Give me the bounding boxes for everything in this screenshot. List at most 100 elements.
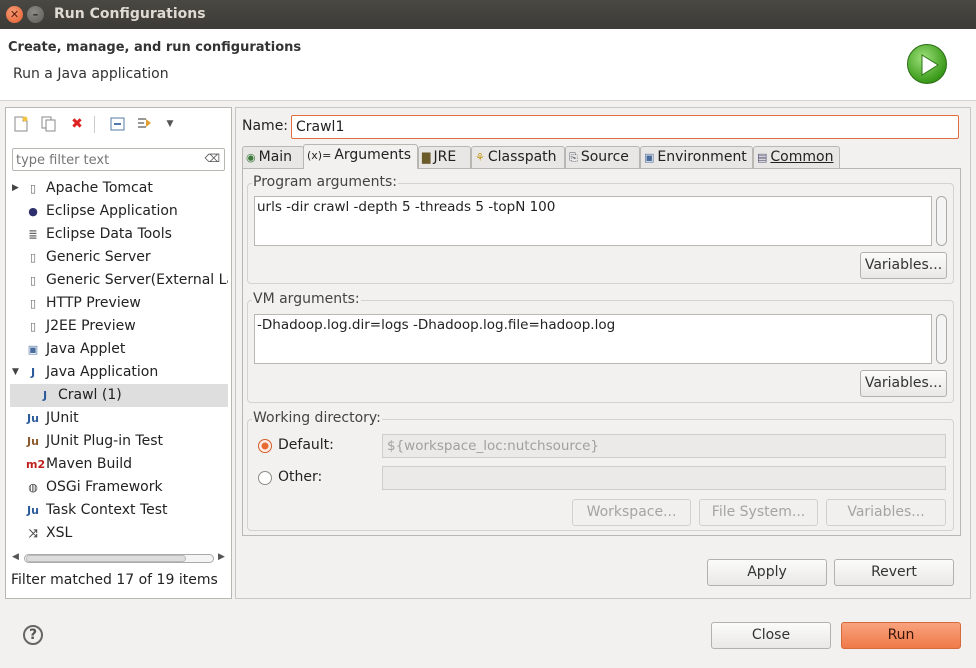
- tab-label: Source: [580, 149, 629, 165]
- environment-tab-icon: ▣: [644, 151, 655, 164]
- close-window-icon[interactable]: ✕: [6, 6, 23, 23]
- default-directory-field: ${workspace_loc:nutchsource}: [382, 434, 946, 458]
- tree-item-label: J2EE Preview: [46, 318, 136, 334]
- jre-tab-icon: ▇: [422, 151, 431, 164]
- filter-status: Filter matched 17 of 19 items: [11, 572, 218, 588]
- minimize-window-icon[interactable]: –: [27, 6, 44, 23]
- filter-configurations-icon[interactable]: [137, 116, 153, 132]
- eclipse-icon: ●: [28, 205, 38, 218]
- tree-item[interactable]: ▶ ▯ Apache Tomcat: [10, 177, 228, 200]
- view-menu-chevron-down-icon[interactable]: ▼: [162, 116, 178, 132]
- scroll-right-icon[interactable]: ▶: [218, 552, 225, 562]
- server-icon: ▯: [29, 297, 37, 310]
- scrollbar-track[interactable]: [936, 196, 947, 246]
- program-variables-button[interactable]: Variables...: [860, 252, 947, 279]
- expanded-arrow-icon[interactable]: ▼: [12, 361, 19, 384]
- tree-item-label: Generic Server(External Lau: [46, 272, 228, 288]
- tab-jre[interactable]: ▇ JRE: [418, 146, 471, 168]
- xsl-icon: ⤨: [28, 527, 38, 540]
- revert-button[interactable]: Revert: [834, 559, 954, 586]
- other-radio[interactable]: [258, 471, 272, 485]
- program-arguments-scrollbar[interactable]: [934, 196, 948, 246]
- tree-item-label: Eclipse Data Tools: [46, 226, 172, 242]
- tab-common[interactable]: ▤ Common: [753, 146, 840, 168]
- toolbar-separator: [94, 116, 95, 133]
- default-label: Default:: [278, 437, 334, 453]
- vm-arguments-group: VM arguments: -Dhadoop.log.dir=logs -Dha…: [247, 291, 954, 403]
- name-input[interactable]: [291, 115, 959, 139]
- vm-arguments-scrollbar[interactable]: [934, 314, 948, 364]
- collapsed-arrow-icon[interactable]: ▶: [12, 177, 19, 200]
- tree-item[interactable]: ▯ J2EE Preview: [10, 315, 228, 338]
- server-icon: ▯: [29, 320, 37, 333]
- tree-item[interactable]: J Crawl (1): [10, 384, 228, 407]
- tab-environment[interactable]: ▣ Environment: [640, 146, 753, 168]
- tree-item[interactable]: ▯ Generic Server: [10, 246, 228, 269]
- tree-item-label: Generic Server: [46, 249, 151, 265]
- vm-variables-button[interactable]: Variables...: [860, 370, 947, 397]
- title-bar: ✕ – Run Configurations: [0, 0, 976, 29]
- vm-arguments-label: VM arguments:: [252, 291, 361, 307]
- tree-item-label: Crawl (1): [58, 387, 122, 403]
- tab-label: Arguments: [334, 147, 412, 163]
- header-title: Create, manage, and run configurations: [8, 40, 302, 55]
- configuration-tree-panel: ✖ ▼ ⌫ ▶ ▯ Apache Tomcat ● Eclipse Applicatio…: [5, 107, 232, 599]
- workspace-button[interactable]: Workspace...: [572, 499, 691, 526]
- collapse-all-icon[interactable]: [110, 116, 126, 132]
- tab-source[interactable]: ⎘ Source: [565, 146, 640, 168]
- filter-input[interactable]: [16, 151, 201, 169]
- header-subtitle: Run a Java application: [13, 66, 169, 82]
- tree-item-label: Task Context Test: [46, 502, 168, 518]
- tree-item[interactable]: ≣ Eclipse Data Tools: [10, 223, 228, 246]
- tree-item[interactable]: ◍ OSGi Framework: [10, 476, 228, 499]
- arguments-tab-icon: (x)=: [307, 149, 332, 162]
- tab-main[interactable]: ◉ Main: [242, 146, 304, 168]
- tree-item[interactable]: Ju Task Context Test: [10, 499, 228, 522]
- junit-icon: Ju: [27, 412, 39, 425]
- apply-button[interactable]: Apply: [707, 559, 827, 586]
- tree-item[interactable]: Ju JUnit: [10, 407, 228, 430]
- tree-item-label: HTTP Preview: [46, 295, 141, 311]
- server-icon: ▯: [29, 274, 37, 287]
- tree-item[interactable]: ▣ Java Applet: [10, 338, 228, 361]
- close-button[interactable]: Close: [711, 622, 831, 649]
- scroll-left-icon[interactable]: ◀: [12, 552, 19, 562]
- tree-item-label: Java Application: [46, 364, 159, 380]
- clear-filter-icon[interactable]: ⌫: [204, 152, 220, 165]
- tree-item[interactable]: Ju JUnit Plug-in Test: [10, 430, 228, 453]
- tab-arguments[interactable]: (x)= Arguments: [303, 144, 418, 169]
- default-radio[interactable]: [258, 439, 272, 453]
- run-play-icon: [907, 44, 947, 84]
- vm-arguments-textarea[interactable]: -Dhadoop.log.dir=logs -Dhadoop.log.file=…: [254, 314, 932, 364]
- source-tab-icon: ⎘: [569, 151, 578, 164]
- tree-item[interactable]: ● Eclipse Application: [10, 200, 228, 223]
- workdir-variables-button[interactable]: Variables...: [826, 499, 946, 526]
- classpath-tab-icon: ⚘: [475, 151, 485, 164]
- tree-item[interactable]: m2 Maven Build: [10, 453, 228, 476]
- database-icon: ≣: [28, 228, 38, 241]
- window-title: Run Configurations: [54, 6, 206, 22]
- arguments-tab-content: Program arguments: urls -dir crawl -dept…: [242, 168, 961, 536]
- help-icon[interactable]: ?: [23, 625, 43, 645]
- file-system-button[interactable]: File System...: [699, 499, 818, 526]
- tomcat-icon: ▯: [29, 182, 37, 195]
- scrollbar-thumb[interactable]: [26, 555, 186, 562]
- new-configuration-icon[interactable]: [13, 116, 29, 132]
- tree-item[interactable]: ▯ HTTP Preview: [10, 292, 228, 315]
- java-app-icon: J: [42, 389, 48, 402]
- other-directory-field[interactable]: [382, 466, 946, 490]
- tree-item-label: Eclipse Application: [46, 203, 178, 219]
- tree-item[interactable]: ▯ Generic Server(External Lau: [10, 269, 228, 292]
- configuration-editor: Name: ◉Main (x)=Arguments ▇JRE ⚘Classpat…: [235, 107, 971, 599]
- scrollbar-track[interactable]: [936, 314, 947, 364]
- delete-icon[interactable]: ✖: [69, 116, 85, 132]
- program-arguments-textarea[interactable]: urls -dir crawl -depth 5 -threads 5 -top…: [254, 196, 932, 246]
- tree-item[interactable]: ▼ J Java Application: [10, 361, 228, 384]
- tree-item[interactable]: ⤨ XSL: [10, 522, 228, 545]
- tab-classpath[interactable]: ⚘ Classpath: [471, 146, 565, 168]
- horizontal-scrollbar[interactable]: ◀ ▶: [10, 550, 228, 567]
- tab-label: Main: [258, 149, 293, 165]
- program-arguments-group: Program arguments: urls -dir crawl -dept…: [247, 174, 954, 284]
- run-button[interactable]: Run: [841, 622, 961, 649]
- duplicate-icon[interactable]: [41, 116, 57, 132]
